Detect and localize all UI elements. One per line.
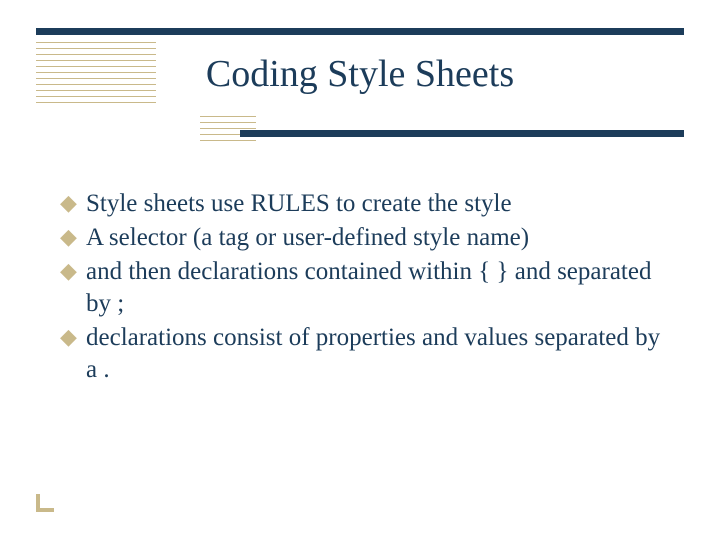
diamond-bullet-icon: ◆ xyxy=(60,322,86,353)
mid-rule xyxy=(240,130,684,137)
diamond-bullet-icon: ◆ xyxy=(60,256,86,287)
top-rule xyxy=(36,28,684,35)
bullet-list: ◆ Style sheets use RULES to create the s… xyxy=(60,188,670,388)
list-item: ◆ Style sheets use RULES to create the s… xyxy=(60,188,670,220)
list-item: ◆ and then declarations contained within… xyxy=(60,256,670,320)
list-item: ◆ A selector (a tag or user-defined styl… xyxy=(60,222,670,254)
diamond-bullet-icon: ◆ xyxy=(60,188,86,219)
bullet-text: and then declarations contained within {… xyxy=(86,256,670,320)
bullet-text: declarations consist of properties and v… xyxy=(86,322,670,386)
slide-title: Coding Style Sheets xyxy=(0,52,720,96)
diamond-bullet-icon: ◆ xyxy=(60,222,86,253)
list-item: ◆ declarations consist of properties and… xyxy=(60,322,670,386)
corner-decoration-icon xyxy=(36,494,54,512)
bullet-text: Style sheets use RULES to create the sty… xyxy=(86,188,670,220)
bullet-text: A selector (a tag or user-defined style … xyxy=(86,222,670,254)
